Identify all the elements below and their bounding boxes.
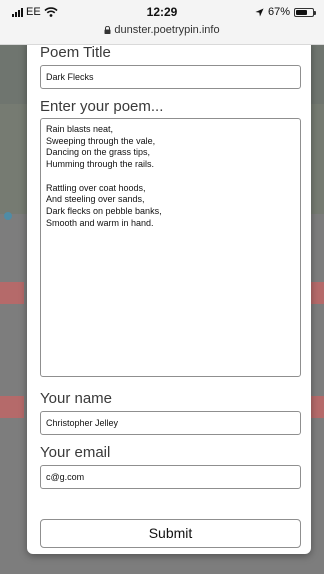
email-label: Your email: [40, 444, 111, 461]
name-input[interactable]: Christopher Jelley: [40, 411, 301, 435]
url-text: dunster.poetrypin.info: [114, 24, 220, 36]
battery-level: [296, 9, 307, 15]
battery-icon: [294, 7, 316, 17]
poem-body-label: Enter your poem...: [40, 98, 164, 115]
poem-title-label: Poem Title: [40, 44, 111, 61]
background-dot: [4, 212, 12, 220]
name-label: Your name: [40, 390, 112, 407]
url-bar[interactable]: dunster.poetrypin.info: [0, 24, 324, 36]
poem-form-modal: Poem Title Dark Flecks Enter your poem..…: [27, 38, 311, 554]
status-right: 67%: [255, 6, 316, 18]
poem-body-textarea[interactable]: Rain blasts neat, Sweeping through the v…: [40, 118, 301, 377]
location-arrow-icon: [255, 7, 264, 17]
email-input[interactable]: c@g.com: [40, 465, 301, 489]
lock-icon: [104, 26, 111, 34]
background-banner-left-2: [0, 396, 24, 418]
battery-percent: 67%: [267, 6, 290, 18]
poem-title-input[interactable]: Dark Flecks: [40, 65, 301, 89]
status-bar: EE 12:29 67% dunster.poetrypin.info: [0, 0, 324, 45]
submit-button[interactable]: Submit: [40, 519, 301, 548]
background-banner-left: [0, 282, 24, 304]
